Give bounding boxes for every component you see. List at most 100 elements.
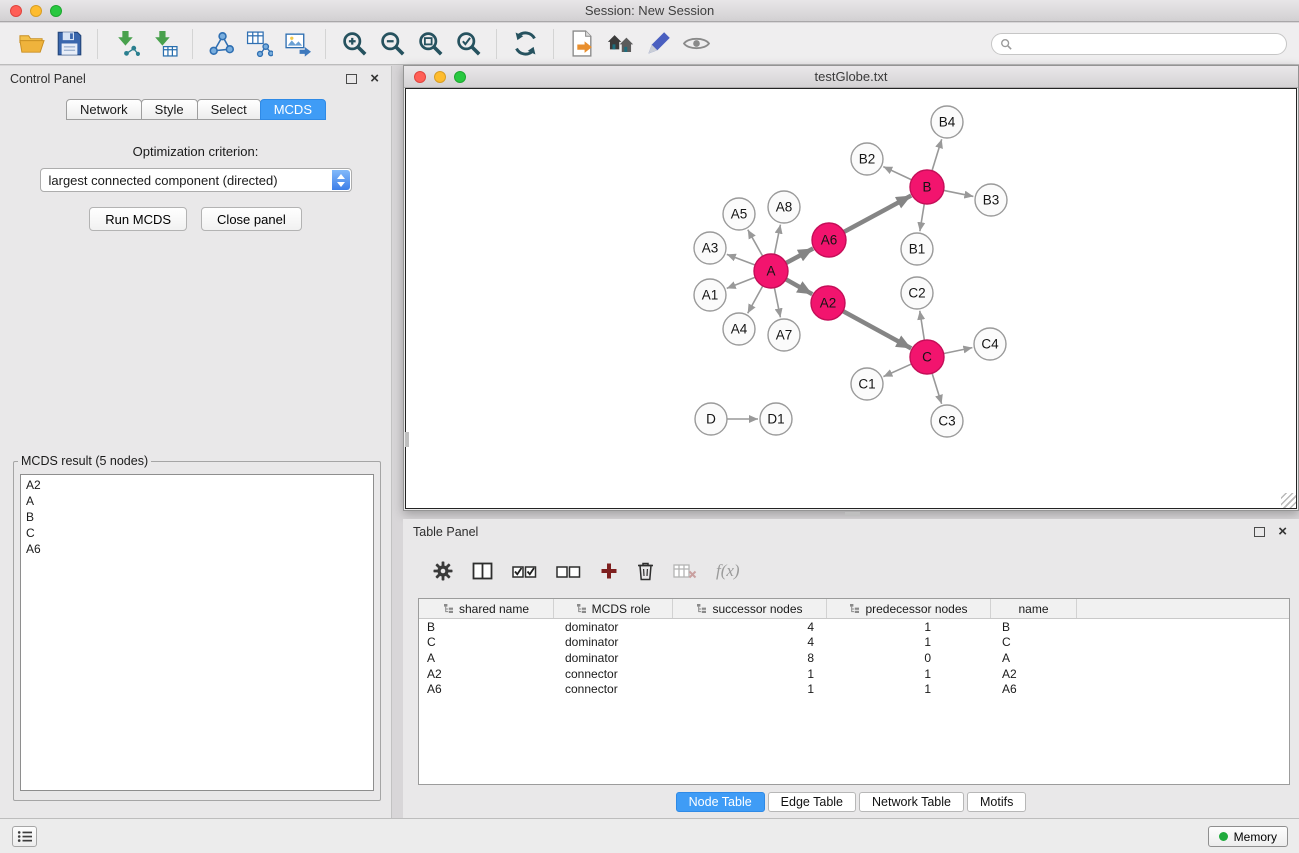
new-network-icon[interactable] xyxy=(202,26,240,62)
run-mcds-button[interactable]: Run MCDS xyxy=(89,207,187,231)
column-header-successor-nodes[interactable]: successor nodes xyxy=(673,599,827,618)
graph-node-C3[interactable]: C3 xyxy=(931,405,963,437)
graph-edge-C-C1[interactable] xyxy=(883,364,912,377)
graph-node-A8[interactable]: A8 xyxy=(768,191,800,223)
search-input[interactable] xyxy=(1017,37,1278,51)
graph-edge-B-B2[interactable] xyxy=(883,167,912,181)
column-header-predecessor-nodes[interactable]: predecessor nodes xyxy=(827,599,991,618)
show-columns-icon[interactable] xyxy=(472,558,493,584)
minimize-network-window-button[interactable] xyxy=(434,71,446,83)
graph-edge-A-A2[interactable] xyxy=(785,279,812,294)
new-network-from-table-icon[interactable] xyxy=(240,26,278,62)
graph-edge-C-C3[interactable] xyxy=(932,372,942,404)
open-recent-session-icon[interactable] xyxy=(563,26,601,62)
close-table-panel-icon[interactable]: × xyxy=(1278,523,1287,541)
result-item[interactable]: A6 xyxy=(26,541,368,557)
float-panel-icon[interactable] xyxy=(346,74,357,84)
graph-edge-B-B1[interactable] xyxy=(920,203,925,231)
tab-node-table[interactable]: Node Table xyxy=(676,792,765,812)
graph-node-A4[interactable]: A4 xyxy=(723,313,755,345)
table-row[interactable]: A6connector11A6 xyxy=(419,681,1289,697)
graph-node-C[interactable]: C xyxy=(910,340,944,374)
save-session-icon[interactable] xyxy=(50,26,88,62)
graph-edge-A-A3[interactable] xyxy=(727,254,756,265)
network-canvas[interactable]: B4B2BB3A5A8A6A3B1AC2A1A2A4A7C4CC1DD1C3 xyxy=(405,88,1297,509)
zoom-selected-icon[interactable] xyxy=(449,26,487,62)
scroll-indicator[interactable] xyxy=(405,432,409,447)
result-item[interactable]: C xyxy=(26,525,368,541)
close-network-window-button[interactable] xyxy=(414,71,426,83)
graph-node-A3[interactable]: A3 xyxy=(694,232,726,264)
zoom-fit-icon[interactable] xyxy=(411,26,449,62)
graph-node-A7[interactable]: A7 xyxy=(768,319,800,351)
graph-node-D[interactable]: D xyxy=(695,403,727,435)
column-header-mcds-role[interactable]: MCDS role xyxy=(554,599,673,618)
function-builder-icon[interactable]: f(x) xyxy=(716,558,740,584)
tab-style[interactable]: Style xyxy=(141,99,198,120)
graph-node-A[interactable]: A xyxy=(754,254,788,288)
add-column-icon[interactable] xyxy=(600,558,618,584)
close-panel-icon[interactable]: × xyxy=(370,70,379,88)
graph-edge-A-A5[interactable] xyxy=(748,230,763,257)
graph-node-A5[interactable]: A5 xyxy=(723,198,755,230)
export-image-icon[interactable] xyxy=(278,26,316,62)
graph-node-B2[interactable]: B2 xyxy=(851,143,883,175)
delete-column-icon[interactable] xyxy=(637,558,654,584)
minimize-window-button[interactable] xyxy=(30,5,42,17)
graph-edge-A-A7[interactable] xyxy=(774,287,780,318)
graph-node-B4[interactable]: B4 xyxy=(931,106,963,138)
select-all-rows-icon[interactable] xyxy=(512,558,537,584)
graph-edge-A-A6[interactable] xyxy=(785,248,813,263)
deselect-all-rows-icon[interactable] xyxy=(556,558,581,584)
graph-node-D1[interactable]: D1 xyxy=(760,403,792,435)
settings-gear-icon[interactable] xyxy=(433,558,453,584)
graph-edge-A-A1[interactable] xyxy=(727,277,756,289)
resize-grip-icon[interactable] xyxy=(1281,493,1296,508)
graph-node-B1[interactable]: B1 xyxy=(901,233,933,265)
tab-mcds[interactable]: MCDS xyxy=(260,99,326,120)
graph-edge-A-A8[interactable] xyxy=(774,225,780,256)
mcds-result-list[interactable]: A2ABCA6 xyxy=(20,474,374,791)
table-row[interactable]: Cdominator41C xyxy=(419,635,1289,651)
task-history-button[interactable] xyxy=(12,826,37,847)
column-header-shared-name[interactable]: shared name xyxy=(419,599,554,618)
tab-motifs[interactable]: Motifs xyxy=(967,792,1026,812)
graph-edge-A6-B[interactable] xyxy=(843,196,911,233)
close-window-button[interactable] xyxy=(10,5,22,17)
graph-node-B[interactable]: B xyxy=(910,170,944,204)
close-panel-button[interactable]: Close panel xyxy=(201,207,302,231)
tab-select[interactable]: Select xyxy=(197,99,261,120)
refresh-icon[interactable] xyxy=(506,26,544,62)
tab-network-table[interactable]: Network Table xyxy=(859,792,964,812)
table-row[interactable]: Adominator80A xyxy=(419,650,1289,666)
delete-table-icon[interactable] xyxy=(673,558,697,584)
import-table-icon[interactable] xyxy=(145,26,183,62)
table-row[interactable]: Bdominator41B xyxy=(419,619,1289,635)
graph-node-C1[interactable]: C1 xyxy=(851,368,883,400)
dropdown-stepper-icon[interactable] xyxy=(332,170,350,190)
home-icon[interactable] xyxy=(601,26,639,62)
eye-icon[interactable] xyxy=(677,26,715,62)
tab-network[interactable]: Network xyxy=(66,99,142,120)
graph-node-C4[interactable]: C4 xyxy=(974,328,1006,360)
column-header-name[interactable]: name xyxy=(991,599,1077,618)
graph-edge-B-B4[interactable] xyxy=(932,139,942,172)
scroll-indicator[interactable] xyxy=(845,512,860,516)
graph-node-C2[interactable]: C2 xyxy=(901,277,933,309)
graph-edge-C-C2[interactable] xyxy=(920,311,925,341)
graph-edge-A-A4[interactable] xyxy=(748,285,764,313)
graph-node-A1[interactable]: A1 xyxy=(694,279,726,311)
result-item[interactable]: A2 xyxy=(26,477,368,493)
zoom-window-button[interactable] xyxy=(50,5,62,17)
graph-edge-C-C4[interactable] xyxy=(943,348,973,354)
result-item[interactable]: B xyxy=(26,509,368,525)
open-session-icon[interactable] xyxy=(12,26,50,62)
graph-edge-B-B3[interactable] xyxy=(943,190,974,196)
graph-node-B3[interactable]: B3 xyxy=(975,184,1007,216)
result-item[interactable]: A xyxy=(26,493,368,509)
zoom-out-icon[interactable] xyxy=(373,26,411,62)
table-row[interactable]: A2connector11A2 xyxy=(419,666,1289,682)
tab-edge-table[interactable]: Edge Table xyxy=(768,792,856,812)
graph-edge-A2-C[interactable] xyxy=(842,311,911,349)
style-pen-icon[interactable] xyxy=(639,26,677,62)
